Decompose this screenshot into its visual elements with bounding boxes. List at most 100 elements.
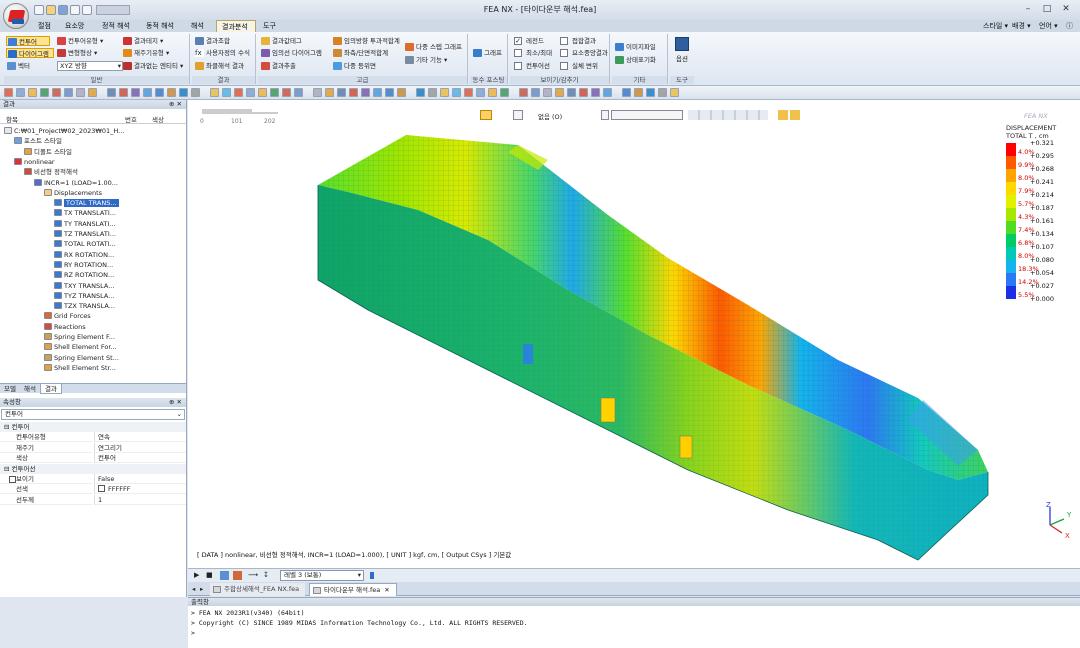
node-result-checkbox[interactable]: [560, 37, 568, 45]
select-mode-icon[interactable]: [480, 110, 492, 120]
toolbar-icon[interactable]: [337, 88, 346, 97]
tab-scroll-right[interactable]: ▸: [200, 585, 203, 593]
toolbar-icon[interactable]: [519, 88, 528, 97]
filter-dropdown[interactable]: [601, 110, 609, 120]
tree-item[interactable]: TZ TRANSLATI...: [54, 229, 116, 239]
menu-6[interactable]: 결과분석: [216, 20, 256, 32]
toolbar-icon[interactable]: [155, 88, 164, 97]
toolbar-icon[interactable]: [282, 88, 291, 97]
toolbar-icon[interactable]: [119, 88, 128, 97]
redraw-type-button[interactable]: 재주기유형 ▾: [134, 49, 169, 57]
toolbar-icon[interactable]: [622, 88, 631, 97]
minimize-button[interactable]: –: [1019, 3, 1037, 16]
toolbar-icon[interactable]: [567, 88, 576, 97]
toolbar-icon[interactable]: [634, 88, 643, 97]
options-button[interactable]: 옵션: [670, 37, 694, 63]
tree-item[interactable]: Shell Element For...: [44, 342, 117, 352]
view-tools-2[interactable]: [778, 110, 802, 120]
toolbar-icon[interactable]: [361, 88, 370, 97]
toolbar-icon[interactable]: [440, 88, 449, 97]
toolbar-icon[interactable]: [143, 88, 152, 97]
toolbar-icon[interactable]: [385, 88, 394, 97]
tree-item[interactable]: INCR=1 (LOAD=1.00...: [34, 178, 118, 188]
toolbar-icon[interactable]: [234, 88, 243, 97]
property-section[interactable]: ⊟ 컨투어선: [0, 463, 186, 474]
tree-item[interactable]: 비선형 정적해석: [24, 167, 78, 177]
level-select[interactable]: 레벨 3 (보통) ▾: [280, 570, 364, 581]
tree-item[interactable]: Displacements: [44, 188, 102, 198]
toolbar-icon[interactable]: [452, 88, 461, 97]
document-tab[interactable]: 타이다운부 해석.fea ✕: [309, 583, 397, 596]
no-result-entity-button[interactable]: 결과없는 엔티티 ▾: [134, 62, 183, 70]
property-value[interactable]: 연그리기: [94, 442, 186, 453]
toolbar-icon[interactable]: [4, 88, 13, 97]
arbitrary-line-button[interactable]: 임의선 다이어그램: [272, 49, 322, 57]
tree-item[interactable]: TOTAL ROTATI...: [54, 239, 116, 249]
step-down-icon[interactable]: ↧: [263, 571, 269, 579]
tab-scroll-left[interactable]: ◂: [192, 585, 195, 593]
property-value[interactable]: 연속: [94, 432, 186, 443]
tree-item[interactable]: RX ROTATION...: [54, 250, 114, 260]
menu-7[interactable]: 도구: [258, 20, 282, 32]
property-value[interactable]: 컨투어: [94, 453, 186, 464]
diagram-button[interactable]: 다이어그램: [19, 50, 49, 58]
buckling-result-button[interactable]: 좌클해석 결과: [206, 62, 244, 70]
result-tag-button[interactable]: 결과값테그: [272, 37, 302, 45]
iso-surface-button[interactable]: 다중 등위면: [344, 62, 376, 70]
left-tab-2[interactable]: 해석: [20, 384, 40, 394]
toolbar-icon[interactable]: [246, 88, 255, 97]
toolbar-icon[interactable]: [191, 88, 200, 97]
contour-type-button[interactable]: 컨투어유형 ▾: [68, 37, 103, 45]
close-button[interactable]: ✕: [1057, 3, 1075, 16]
toolbar-icon[interactable]: [349, 88, 358, 97]
app-logo-icon[interactable]: [3, 3, 29, 29]
property-section[interactable]: ⊟ 컨투어: [0, 422, 186, 432]
tree-item[interactable]: TY TRANSLATI...: [54, 219, 115, 229]
toolbar-icon[interactable]: [179, 88, 188, 97]
background-menu[interactable]: 배경 ▾: [1012, 21, 1031, 31]
play-icon[interactable]: ▶: [194, 571, 199, 579]
property-value[interactable]: 1: [94, 494, 186, 505]
language-menu[interactable]: 언어 ▾: [1039, 21, 1058, 31]
toolbar-icon[interactable]: [131, 88, 140, 97]
tree-item[interactable]: Spring Element St...: [44, 353, 119, 363]
result-combine-button[interactable]: 결과조합: [206, 37, 230, 45]
tree-item[interactable]: C:₩01_Project₩02_2023₩01_H...: [4, 126, 124, 136]
display-icon[interactable]: [513, 110, 523, 120]
maximize-button[interactable]: □: [1038, 3, 1056, 16]
property-select[interactable]: 컨투어 ⌄: [1, 409, 185, 420]
real-disp-checkbox[interactable]: [560, 62, 568, 70]
user-formula-button[interactable]: 사용자정의 수식: [206, 49, 250, 57]
toolbar-icon[interactable]: [488, 88, 497, 97]
tree-item[interactable]: nonlinear: [14, 157, 55, 167]
style-menu[interactable]: 스타일 ▾: [983, 21, 1008, 31]
toolbar-icon[interactable]: [500, 88, 509, 97]
document-tab[interactable]: 주합상세해석_FEA NX.fea: [210, 583, 306, 596]
tree-item[interactable]: RZ ROTATION...: [54, 270, 114, 280]
menu-1[interactable]: 절점: [33, 20, 57, 32]
toolbar-icon[interactable]: [16, 88, 25, 97]
vector-button[interactable]: 벡터: [18, 62, 30, 70]
toolbar-icon[interactable]: [40, 88, 49, 97]
graph-button[interactable]: 그래프: [484, 49, 502, 57]
contour-button[interactable]: 컨투어: [19, 38, 37, 46]
toolbar-icon[interactable]: [258, 88, 267, 97]
toolbar-icon[interactable]: [167, 88, 176, 97]
toolbar-icon[interactable]: [52, 88, 61, 97]
toolbar-icon[interactable]: [313, 88, 322, 97]
left-tab-1[interactable]: 모델: [0, 384, 20, 394]
record-icon[interactable]: [220, 571, 229, 580]
tree-item[interactable]: TXY TRANSLA...: [54, 281, 114, 291]
model-viewport[interactable]: Z Y X 0 101 202 없음 (O) FEA NX DISPLACEME…: [188, 100, 1080, 568]
tree-item[interactable]: TZX TRANSLA...: [54, 301, 115, 311]
toolbar-icon[interactable]: [428, 88, 437, 97]
tab-close-icon[interactable]: ✕: [384, 586, 389, 594]
toolbar-icon[interactable]: [658, 88, 667, 97]
toolbar-icon[interactable]: [325, 88, 334, 97]
other-functions-button[interactable]: 기타 기능 ▾: [416, 56, 447, 64]
legend-checkbox[interactable]: ✓: [514, 37, 522, 45]
status-button[interactable]: 상태표기화: [626, 56, 656, 64]
toolbar-icon[interactable]: [294, 88, 303, 97]
stop-icon[interactable]: ■: [206, 571, 213, 579]
toolbar-icon[interactable]: [464, 88, 473, 97]
